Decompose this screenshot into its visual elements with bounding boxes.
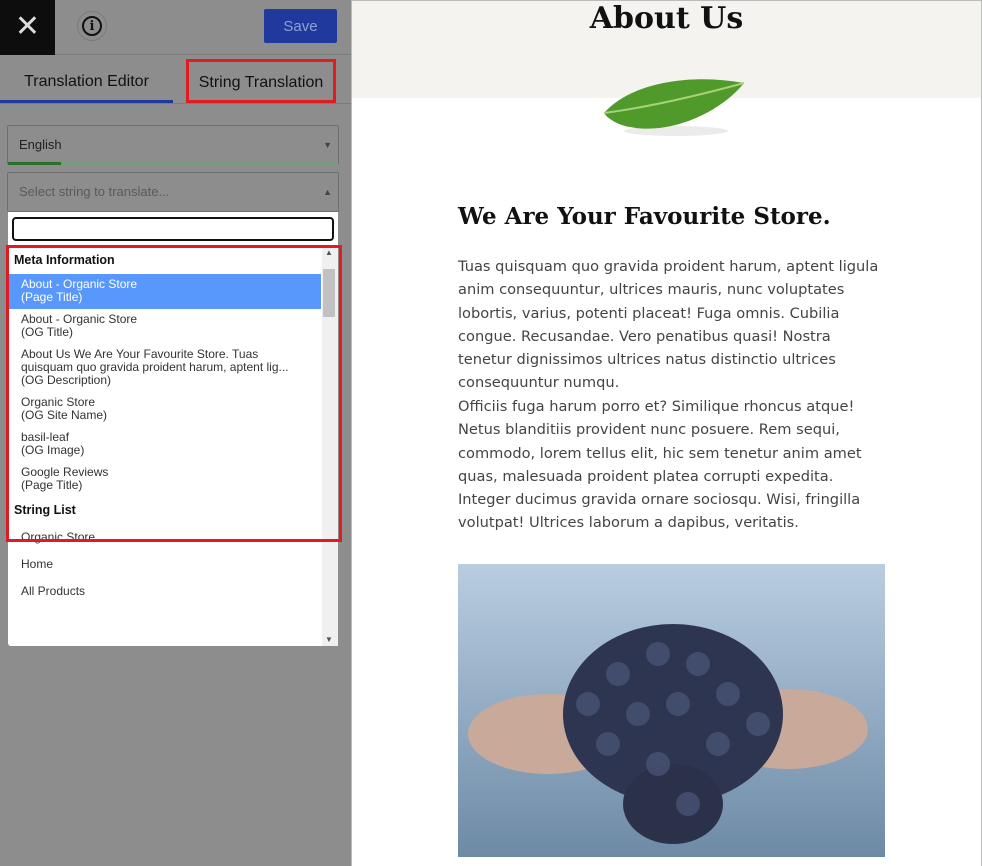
scroll-down-icon[interactable]: ▼ [325, 635, 333, 644]
list-item[interactable]: Google Reviews (Page Title) [8, 462, 321, 497]
list-item[interactable]: About - Organic Store (Page Title) [8, 274, 321, 309]
item-text: About Us We Are Your Favourite Store. Tu… [21, 347, 289, 374]
item-type: (Page Title) [21, 478, 83, 492]
string-select-placeholder: Select string to translate... [19, 184, 170, 199]
translation-progress-bar [8, 162, 338, 165]
info-button[interactable]: i [77, 11, 107, 41]
close-button[interactable]: ✕ [0, 0, 55, 55]
item-type: (OG Image) [21, 443, 85, 457]
string-options-list: Meta Information About - Organic Store (P… [8, 247, 321, 605]
sidebar-toolbar: ✕ i Save [0, 0, 351, 55]
grapes-in-hands-photo [458, 564, 885, 857]
string-search-input[interactable] [12, 217, 334, 241]
tab-string-translation[interactable]: String Translation [186, 59, 336, 103]
translation-sidebar: ✕ i Save Translation Editor String Trans… [0, 0, 351, 866]
item-type: (OG Site Name) [21, 408, 108, 422]
dropdown-arrow-icon: ▼ [323, 140, 332, 150]
language-value: English [19, 137, 62, 152]
basil-leaf-image [603, 79, 745, 136]
save-button[interactable]: Save [264, 9, 337, 43]
string-dropdown: Meta Information About - Organic Store (P… [8, 212, 338, 646]
language-select[interactable]: English ▼ [7, 125, 339, 165]
paragraph-text: Integer ducimus gravida ornare sociosqu.… [458, 491, 861, 532]
list-item[interactable]: Home [8, 551, 321, 578]
info-icon: i [82, 16, 102, 36]
paragraph: Tuas quisquam quo gravida proident harum… [458, 258, 879, 392]
tab-divider [0, 103, 351, 104]
close-icon: ✕ [14, 10, 41, 43]
progress-fill [8, 162, 61, 165]
item-type: (Page Title) [21, 290, 83, 304]
list-item[interactable]: About Us We Are Your Favourite Store. Tu… [8, 344, 321, 392]
paragraph: Officiis fuga harum porro et? Similique … [458, 395, 888, 535]
list-item[interactable]: Organic Store [8, 524, 321, 551]
group-string-list: String List [14, 503, 76, 517]
item-type: (OG Title) [21, 325, 74, 339]
paragraph-text: Officiis fuga harum porro et? Similique … [458, 398, 862, 485]
list-item[interactable]: Organic Store (OG Site Name) [8, 392, 321, 427]
page-title: About Us [589, 1, 744, 36]
tab-translation-editor[interactable]: Translation Editor [0, 56, 173, 103]
list-item[interactable]: All Products [8, 578, 321, 605]
page-preview: About Us We Are Your Favourite Store. Tu… [351, 0, 982, 866]
list-item[interactable]: basil-leaf (OG Image) [8, 427, 321, 462]
list-item[interactable]: About - Organic Store (OG Title) [8, 309, 321, 344]
dropdown-scrollbar[interactable]: ▲ ▼ [322, 247, 338, 646]
string-select[interactable]: Select string to translate... ▲ [7, 172, 339, 212]
scrollbar-thumb[interactable] [323, 269, 335, 317]
scroll-up-icon[interactable]: ▲ [325, 248, 333, 257]
group-meta-information: Meta Information [14, 253, 115, 267]
dropdown-arrow-up-icon: ▲ [323, 187, 332, 197]
section-heading: We Are Your Favourite Store. [458, 203, 831, 230]
item-type: (OG Description) [21, 373, 112, 387]
